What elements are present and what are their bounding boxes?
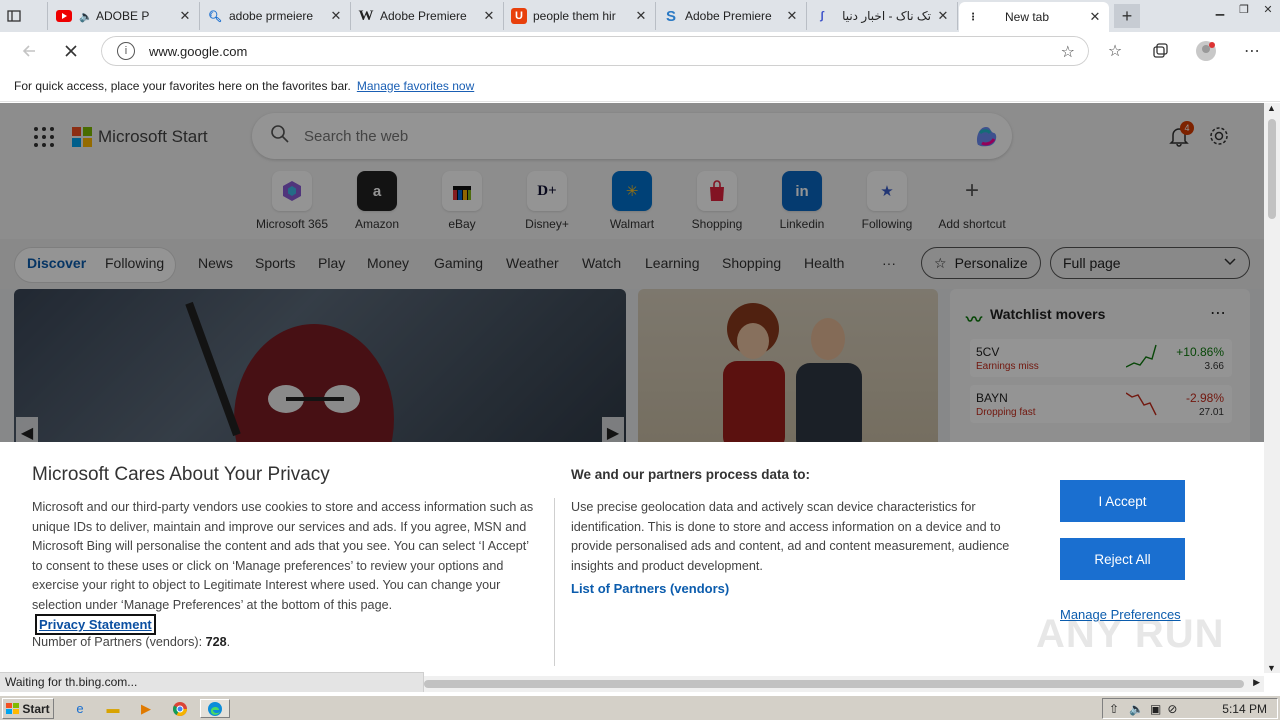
tab-title: adobe prmeiere: [229, 9, 314, 23]
network-icon[interactable]: ▣: [1150, 702, 1161, 716]
tab-title: New tab: [1005, 10, 1050, 24]
red-app-icon: U: [511, 8, 527, 24]
profile-avatar[interactable]: [1193, 38, 1219, 64]
close-window-icon[interactable]: ✕: [1256, 0, 1280, 18]
tab-title: people them hir: [533, 9, 616, 23]
accept-button[interactable]: I Accept: [1060, 480, 1185, 522]
site-info-icon[interactable]: i: [117, 42, 135, 60]
media-player-icon[interactable]: ▶: [136, 699, 156, 718]
restore-icon[interactable]: ❐: [1232, 0, 1256, 18]
add-favorite-icon[interactable]: ☆: [1061, 42, 1075, 62]
tab-people[interactable]: U people them hir ✕: [505, 2, 656, 30]
manage-favorites-link[interactable]: Manage favorites now: [357, 79, 474, 93]
scroll-thumb[interactable]: [424, 680, 1244, 688]
tab-actions-icon: [6, 8, 22, 24]
stop-loading-icon[interactable]: [58, 38, 84, 64]
speaker-icon[interactable]: 🔈: [78, 8, 94, 24]
edge-icon: [208, 701, 222, 716]
close-tab-icon[interactable]: ✕: [177, 8, 193, 24]
favorites-hint: For quick access, place your favorites h…: [14, 78, 351, 93]
chrome-icon[interactable]: [170, 699, 190, 718]
url-text[interactable]: www.google.com: [149, 44, 247, 59]
windows-logo-icon: [6, 703, 20, 714]
tab-adobe[interactable]: S Adobe Premiere ✕: [657, 2, 807, 30]
back-arrow-icon[interactable]: [16, 38, 42, 64]
taskbar: Start e ▬ ▶ ⇧ 🔈 ▣ ⊘ 5:14 PM: [0, 695, 1280, 720]
horizontal-scrollbar[interactable]: ▶: [424, 676, 1264, 692]
scroll-thumb[interactable]: [1268, 119, 1276, 219]
tab-news[interactable]: ∫ تک ناک - اخبار دنیا ✕: [808, 2, 958, 30]
tab-newtab[interactable]: ⋮ New tab ✕: [959, 2, 1109, 32]
tab-title: تک ناک - اخبار دنیا: [842, 9, 931, 23]
close-tab-icon[interactable]: ✕: [633, 8, 649, 24]
tab-youtube[interactable]: 🔈 ADOBE P ✕: [50, 2, 200, 30]
favorites-icon[interactable]: ☆: [1102, 38, 1128, 64]
toolbar: i www.google.com ☆ ☆ ⋯: [0, 32, 1280, 70]
tab-title: ADOBE P: [96, 9, 150, 23]
start-button[interactable]: Start: [2, 698, 54, 719]
tab-search[interactable]: 🔍︎ adobe prmeiere ✕: [201, 2, 351, 30]
feather-icon: ∫: [820, 10, 824, 22]
start-label: Start: [22, 701, 50, 716]
reject-all-button[interactable]: Reject All: [1060, 538, 1185, 580]
close-tab-icon[interactable]: ✕: [935, 8, 951, 24]
new-tab-button[interactable]: +: [1114, 4, 1140, 28]
privacy-title: Microsoft Cares About Your Privacy: [32, 464, 330, 485]
minimize-icon[interactable]: ▁: [1208, 0, 1232, 18]
volume-icon[interactable]: 🔈: [1129, 702, 1144, 716]
tab-title: Adobe Premiere: [685, 9, 772, 23]
partners-count-label: Number of Partners (vendors):: [32, 635, 203, 649]
favorites-bar: For quick access, place your favorites h…: [0, 70, 1280, 102]
youtube-icon: [56, 8, 72, 24]
vertical-scrollbar[interactable]: ▲ ▼: [1264, 103, 1280, 673]
security-icon[interactable]: ⊘: [1167, 702, 1177, 716]
address-bar[interactable]: i www.google.com ☆: [100, 35, 1090, 67]
process-title: We and our partners process data to:: [571, 467, 811, 482]
newtab-icon: ⋮: [968, 11, 978, 23]
list-of-partners-link[interactable]: List of Partners (vendors): [571, 581, 729, 596]
scroll-right-icon[interactable]: ▶: [1253, 677, 1260, 688]
window-controls: ▁ ❐ ✕: [1208, 0, 1280, 20]
close-tab-icon[interactable]: ✕: [1087, 9, 1103, 25]
system-tray: ⇧ 🔈 ▣ ⊘ 5:14 PM: [1102, 698, 1278, 719]
privacy-consent-dialog: Microsoft Cares About Your Privacy Micro…: [0, 442, 1264, 673]
close-tab-icon[interactable]: ✕: [784, 8, 800, 24]
folder-icon[interactable]: ▬: [103, 699, 123, 718]
tab-wikipedia[interactable]: W Adobe Premiere ✕: [352, 2, 504, 30]
tab-title: Adobe Premiere: [380, 9, 467, 23]
tab-actions-button[interactable]: [0, 2, 48, 30]
search-icon: 🔍︎: [208, 10, 222, 23]
close-tab-icon[interactable]: ✕: [481, 8, 497, 24]
s-logo-icon: S: [665, 7, 676, 25]
tab-strip: 🔈 ADOBE P ✕ 🔍︎ adobe prmeiere ✕ W Adobe …: [0, 0, 1280, 32]
collections-icon[interactable]: [1147, 38, 1173, 64]
privacy-statement-link[interactable]: Privacy Statement: [35, 614, 156, 635]
partners-count-value: 728: [205, 635, 227, 649]
scroll-up-icon[interactable]: ▲: [1267, 103, 1276, 113]
clock: 5:14 PM: [1222, 702, 1267, 716]
tray-expand-icon[interactable]: ⇧: [1109, 702, 1119, 716]
more-menu-icon[interactable]: ⋯: [1239, 38, 1265, 64]
scroll-down-icon[interactable]: ▼: [1267, 663, 1276, 673]
privacy-body: Microsoft and our third-party vendors us…: [32, 500, 534, 612]
process-body: Use precise geolocation data and activel…: [571, 500, 1010, 573]
edge-taskbar-button[interactable]: [200, 699, 230, 718]
status-bar: Waiting for th.bing.com...: [0, 672, 424, 692]
ie-icon[interactable]: e: [70, 699, 90, 718]
partners-count: Number of Partners (vendors): 728.: [32, 635, 231, 649]
manage-preferences-link[interactable]: Manage Preferences: [1060, 607, 1181, 622]
divider: [554, 498, 555, 666]
wikipedia-icon: W: [358, 7, 374, 24]
close-tab-icon[interactable]: ✕: [328, 8, 344, 24]
